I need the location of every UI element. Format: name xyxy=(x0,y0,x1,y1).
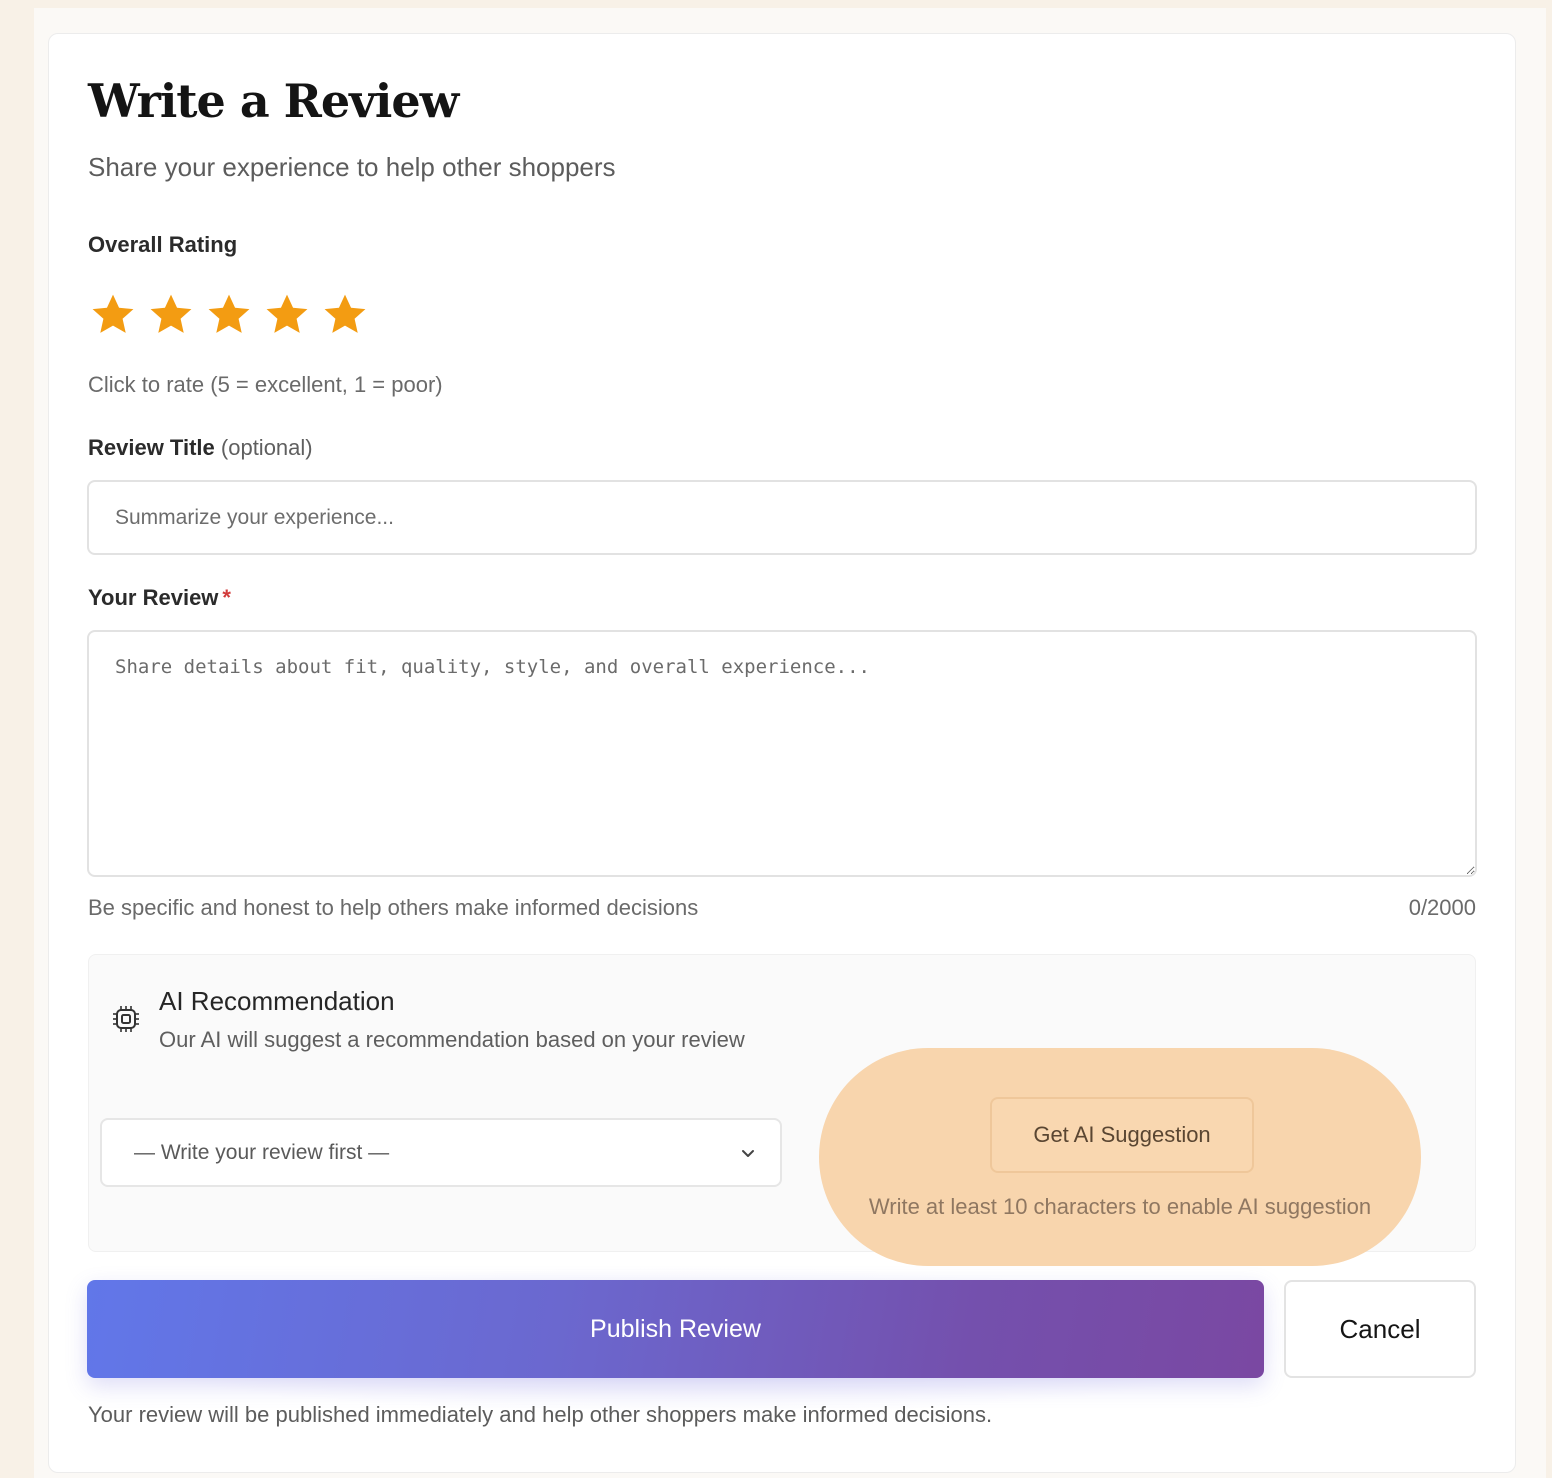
star-icon[interactable] xyxy=(88,290,138,340)
optional-note: (optional) xyxy=(220,435,313,460)
review-title-input[interactable] xyxy=(87,480,1477,555)
review-body-textarea[interactable] xyxy=(87,630,1477,877)
page-title: Write a Review xyxy=(88,74,459,128)
star-icon[interactable] xyxy=(262,290,312,340)
rating-hint: Click to rate (5 = excellent, 1 = poor) xyxy=(88,372,443,397)
publish-review-button[interactable]: Publish Review xyxy=(87,1280,1264,1378)
star-rating xyxy=(88,290,370,340)
ai-recommendation-select[interactable]: — Write your review first — xyxy=(100,1118,782,1187)
review-body-label-text: Your Review xyxy=(88,585,219,610)
required-mark: * xyxy=(222,585,231,610)
ai-suggestion-note: Write at least 10 characters to enable A… xyxy=(868,1194,1372,1219)
review-title-label-text: Review Title xyxy=(88,435,215,460)
rating-label: Overall Rating xyxy=(88,232,238,257)
get-ai-suggestion-button[interactable]: Get AI Suggestion xyxy=(990,1097,1254,1173)
page-subtitle: Share your experience to help other shop… xyxy=(88,152,616,182)
star-icon[interactable] xyxy=(204,290,254,340)
ai-panel-title: AI Recommendation xyxy=(159,986,395,1016)
chip-icon xyxy=(111,1004,141,1034)
char-counter: 0/2000 xyxy=(1408,895,1476,920)
review-title-label: Review Title (optional) xyxy=(88,435,313,461)
chevron-down-icon xyxy=(738,1143,758,1163)
publish-note: Your review will be published immediatel… xyxy=(88,1402,993,1427)
review-helper-text: Be specific and honest to help others ma… xyxy=(88,895,699,920)
star-icon[interactable] xyxy=(146,290,196,340)
select-value: — Write your review first — xyxy=(134,1140,390,1164)
cancel-button[interactable]: Cancel xyxy=(1284,1280,1476,1378)
review-body-label: Your Review * xyxy=(88,585,231,611)
ai-panel-description: Our AI will suggest a recommendation bas… xyxy=(159,1027,745,1052)
star-icon[interactable] xyxy=(320,290,370,340)
